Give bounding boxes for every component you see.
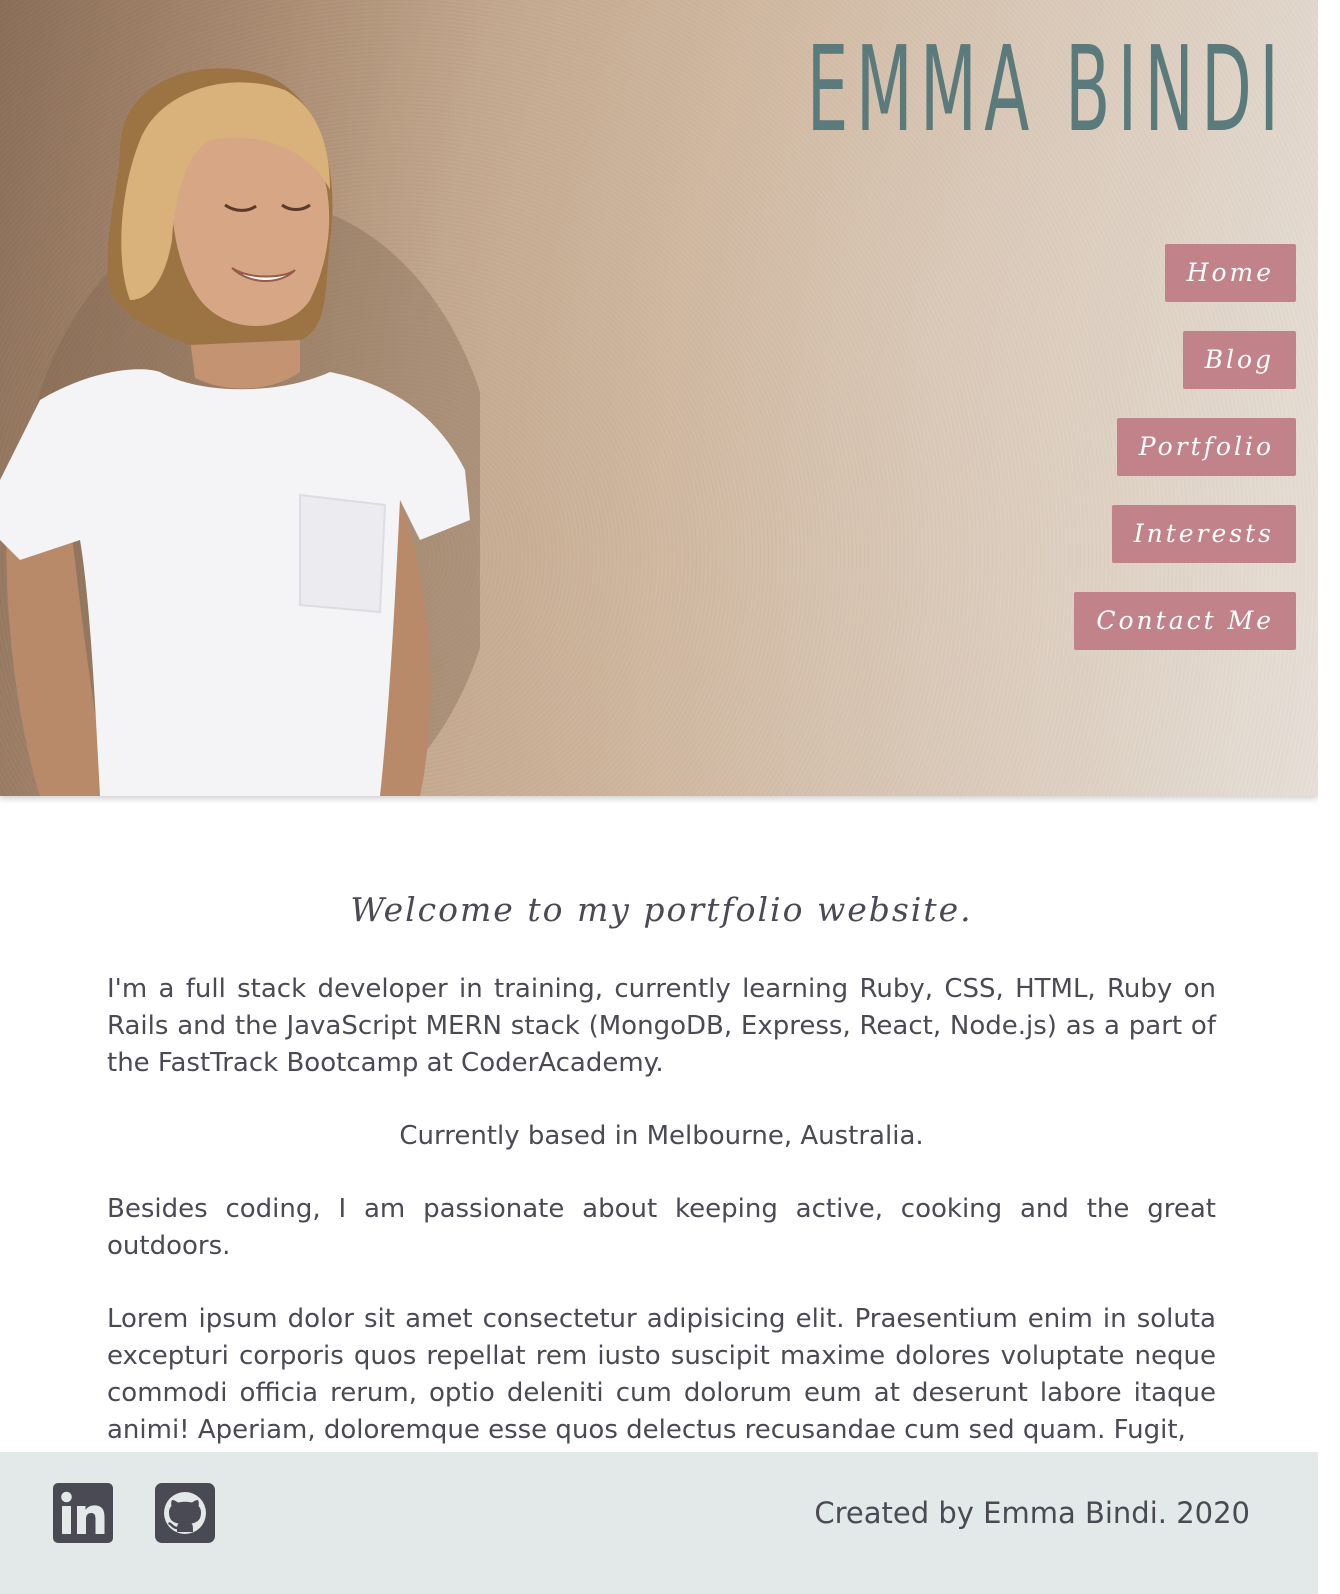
hero-banner: EMMA BINDI Home Blog Portfolio Interests… (0, 0, 1318, 796)
nav-blog-button[interactable]: Blog (1182, 331, 1296, 389)
page-scrollbar[interactable] (1318, 0, 1340, 1594)
site-footer: Created by Emma Bindi. 2020 (0, 1452, 1318, 1594)
linkedin-icon[interactable] (53, 1483, 113, 1543)
main-content: Welcome to my portfolio website. I'm a f… (107, 890, 1216, 1485)
nav-contact-button[interactable]: Contact Me (1074, 592, 1296, 650)
profile-photo (0, 68, 480, 796)
site-title: EMMA BINDI (806, 20, 1286, 158)
footer-credit: Created by Emma Bindi. 2020 (814, 1496, 1250, 1530)
intro-paragraph: I'm a full stack developer in training, … (107, 974, 1216, 1078)
interests-paragraph: Besides coding, I am passionate about ke… (107, 1194, 1216, 1261)
github-icon[interactable] (155, 1483, 215, 1543)
lorem-paragraph: Lorem ipsum dolor sit amet consectetur a… (107, 1304, 1216, 1445)
main-nav: Home Blog Portfolio Interests Contact Me (1074, 244, 1296, 679)
nav-portfolio-button[interactable]: Portfolio (1116, 418, 1296, 476)
welcome-heading: Welcome to my portfolio website. (350, 890, 973, 929)
nav-home-button[interactable]: Home (1164, 244, 1296, 302)
nav-interests-button[interactable]: Interests (1111, 505, 1296, 563)
location-paragraph: Currently based in Melbourne, Australia. (399, 1121, 924, 1151)
